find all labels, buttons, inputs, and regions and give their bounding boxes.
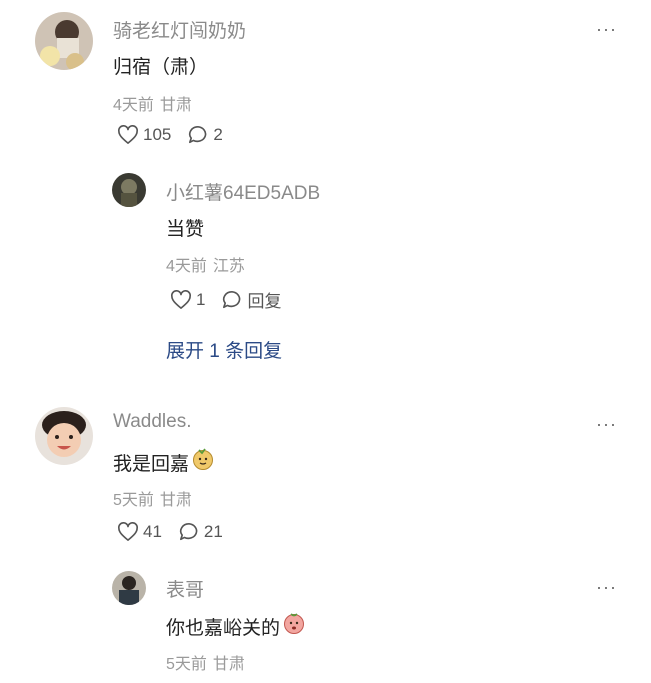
comment-item: Waddles. ··· 我是回嘉 5天前 甘肃 41 21 表哥 ··· 你也… [0,395,651,683]
reply-actions: 1 回复 [170,287,297,312]
avatar-image [112,173,146,207]
reply-button[interactable]: 回复 [221,287,281,312]
username[interactable]: Waddles. [113,411,192,433]
heart-outline-icon [118,125,138,144]
reply-time: 5天前 [166,656,207,673]
like-count: 1 [196,289,206,309]
more-options-icon[interactable]: ··· [596,415,617,433]
avatar-image [35,407,93,465]
comment-actions: 41 21 [117,522,239,542]
avatar[interactable] [35,407,93,465]
reply-text: 当赞 [166,219,205,240]
comment-item: 骑老红灯闯奶奶 ··· 归宿（肃） 4天前 甘肃 105 2 小红薯64ED5AD… [0,0,651,390]
sticker-emoji-icon [191,447,215,477]
comment-location: 甘肃 [159,97,192,114]
reply-count: 21 [203,522,223,541]
username[interactable]: 表哥 [166,575,204,602]
username[interactable]: 小红薯64ED5ADB [166,178,320,205]
comment-time: 4天前 [113,97,154,114]
comment-meta: 4天前 甘肃 [113,91,192,115]
sticker-emoji-icon [282,611,306,641]
reply-text: 你也嘉峪关的 [166,611,306,641]
reply-meta: 5天前 甘肃 [166,650,245,674]
heart-outline-icon [171,289,191,309]
speech-bubble-icon [179,522,198,541]
heart-outline-icon [118,522,138,541]
avatar[interactable] [112,173,146,207]
avatar[interactable] [35,12,93,70]
expand-replies-link[interactable]: 展开 1 条回复 [166,336,282,363]
comment-text: 我是回嘉 [113,447,215,477]
comment-meta: 5天前 甘肃 [113,486,192,510]
comment-text-content: 我是回嘉 [113,453,190,475]
speech-bubble-icon [223,290,241,308]
like-button[interactable]: 1 [170,290,205,310]
comment-location: 甘肃 [159,492,192,509]
like-count: 41 [143,522,162,541]
reply-text-content: 你也嘉峪关的 [166,617,281,639]
avatar-image [35,12,93,70]
comment-text: 归宿（肃） [113,57,209,78]
avatar[interactable] [112,571,146,605]
like-button[interactable]: 105 [117,125,171,145]
more-options-icon[interactable]: ··· [596,20,617,38]
like-button[interactable]: 41 [117,522,162,542]
reply-time: 4天前 [166,258,207,275]
reply-meta: 4天前 江苏 [166,252,245,276]
reply-label: 回复 [247,292,282,311]
comment-time: 5天前 [113,492,154,509]
speech-bubble-icon [189,125,207,144]
like-count: 105 [143,125,172,144]
comment-actions: 105 2 [117,125,239,145]
username[interactable]: 骑老红灯闯奶奶 [113,16,246,43]
reply-count: 2 [213,125,223,144]
avatar-image [112,571,146,605]
more-options-icon[interactable]: ··· [596,578,617,596]
reply-button[interactable]: 2 [187,125,223,145]
reply-location: 江苏 [212,258,245,275]
reply-location: 甘肃 [212,656,245,673]
reply-button[interactable]: 21 [178,522,223,542]
